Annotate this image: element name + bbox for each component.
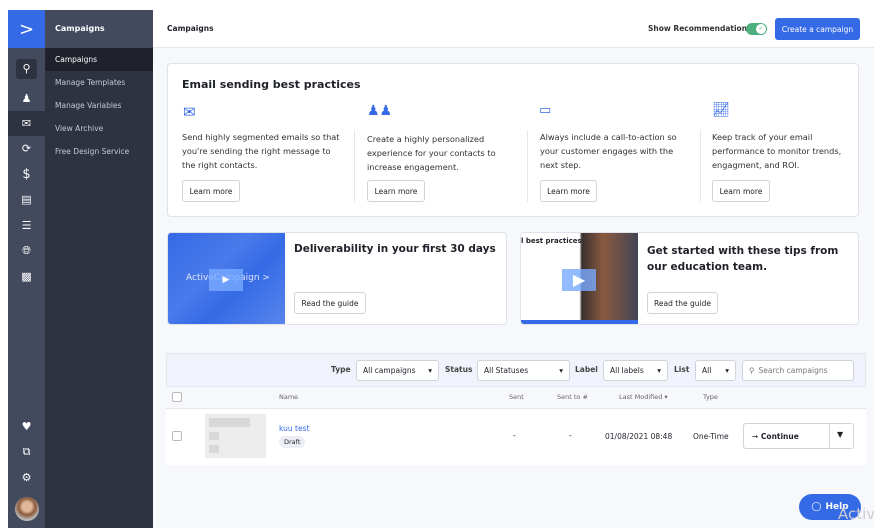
deals-icon[interactable]: $ bbox=[8, 162, 45, 187]
list-label: List bbox=[674, 365, 690, 374]
tip-text: Always include a call-to-action so your … bbox=[540, 132, 677, 170]
learn-more-button[interactable]: Learn more bbox=[367, 180, 425, 202]
gear-icon[interactable]: ⚙ bbox=[8, 465, 45, 490]
label-select[interactable]: All labels ▾ bbox=[603, 360, 668, 381]
avatar[interactable] bbox=[15, 497, 39, 521]
learn-more-button[interactable]: Learn more bbox=[182, 180, 240, 202]
modified-value: 01/08/2021 08:48 bbox=[605, 432, 673, 441]
read-guide-button[interactable]: Read the guide bbox=[294, 292, 366, 314]
col-name[interactable]: Name bbox=[279, 393, 298, 401]
play-icon[interactable]: ▶ bbox=[562, 269, 596, 291]
video-thumbnail[interactable]: l best practices ▶ bbox=[521, 233, 638, 324]
lists-icon[interactable]: ☰ bbox=[8, 213, 45, 238]
type-select[interactable]: All campaigns ▾ bbox=[356, 360, 439, 381]
thumbnail-text: l best practices bbox=[521, 237, 582, 245]
chevron-down-icon[interactable]: ▼ bbox=[837, 430, 843, 439]
list-select[interactable]: All ▾ bbox=[695, 360, 736, 381]
nav-item-manage-templates[interactable]: Manage Templates bbox=[45, 71, 153, 94]
nav-item-view-archive[interactable]: View Archive bbox=[45, 117, 153, 140]
label-value: All labels bbox=[610, 366, 644, 375]
search-icon: ⚲ bbox=[749, 366, 755, 375]
campaign-name-link[interactable]: kuu test bbox=[279, 424, 309, 433]
status-select[interactable]: All Statuses ▾ bbox=[477, 360, 570, 381]
recommendations-toggle[interactable]: ✓ bbox=[746, 23, 767, 35]
learn-more-button[interactable]: Learn more bbox=[540, 180, 597, 202]
logo[interactable]: > bbox=[8, 10, 45, 48]
list-value: All bbox=[702, 366, 712, 375]
tip-text: Create a highly personalized experience … bbox=[367, 134, 496, 172]
search-placeholder: Search campaigns bbox=[758, 366, 828, 375]
conversations-icon[interactable]: ▤ bbox=[8, 187, 45, 212]
sort-down-icon: ▾ bbox=[664, 393, 668, 401]
tip-text: Keep track of your email performance to … bbox=[712, 132, 842, 170]
status-badge: Draft bbox=[279, 436, 306, 448]
nav-item-campaigns[interactable]: Campaigns bbox=[45, 48, 153, 71]
col-last-modified[interactable]: Last Modified ▾ bbox=[619, 393, 668, 401]
sent-to-value: - bbox=[569, 431, 572, 440]
video-thumbnail[interactable]: ActiveCampaign > ▶ bbox=[168, 233, 285, 324]
nav-title: Campaigns bbox=[45, 10, 153, 48]
best-practices-title: Email sending best practices bbox=[182, 78, 361, 91]
chart-icon: 📈︎ bbox=[712, 102, 730, 118]
search-input[interactable]: ⚲ Search campaigns bbox=[742, 360, 854, 381]
heart-icon[interactable]: ♥ bbox=[8, 414, 45, 439]
col-type[interactable]: Type bbox=[703, 393, 718, 401]
type-value: All campaigns bbox=[363, 366, 416, 375]
chevron-down-icon: ▾ bbox=[559, 366, 563, 375]
type-value: One-Time bbox=[693, 432, 729, 441]
watermark: Activ bbox=[838, 505, 874, 523]
row-checkbox[interactable] bbox=[172, 431, 182, 441]
apps-icon[interactable]: ⧉ bbox=[8, 439, 45, 464]
campaign-thumbnail[interactable] bbox=[205, 414, 266, 458]
nav-item-manage-variables[interactable]: Manage Variables bbox=[45, 94, 153, 117]
status-label: Status bbox=[445, 365, 473, 374]
cta-click-icon: ▭ bbox=[539, 103, 552, 118]
reports-icon[interactable]: ▩ bbox=[8, 264, 45, 289]
page-title: Campaigns bbox=[167, 24, 214, 33]
read-guide-button[interactable]: Read the guide bbox=[647, 292, 718, 314]
label-label: Label bbox=[575, 365, 598, 374]
chevron-down-icon: ▾ bbox=[725, 366, 729, 375]
tip-text: Send highly segmented emails so that you… bbox=[182, 132, 340, 170]
play-icon[interactable]: ▶ bbox=[209, 269, 243, 291]
campaigns-icon[interactable]: ✉ bbox=[8, 111, 45, 136]
people-icon: ♟♟ bbox=[367, 103, 393, 119]
contacts-icon[interactable]: ♟ bbox=[8, 86, 45, 111]
create-campaign-button[interactable]: Create a campaign bbox=[775, 18, 860, 40]
guide-title: Get started with these tips from our edu… bbox=[647, 245, 839, 273]
toggle-label: Show Recommendations bbox=[648, 24, 752, 33]
arrow-right-icon: ➞ bbox=[752, 431, 761, 441]
nav-item-free-design-service[interactable]: Free Design Service bbox=[45, 140, 153, 163]
sent-value: - bbox=[513, 431, 516, 440]
site-icon[interactable]: 🌐︎ bbox=[8, 238, 45, 263]
guide-title: Deliverability in your first 30 days bbox=[294, 243, 496, 255]
col-sent-to[interactable]: Sent to # bbox=[557, 393, 588, 401]
status-value: All Statuses bbox=[484, 366, 529, 375]
col-sent[interactable]: Sent bbox=[509, 393, 524, 401]
chevron-down-icon: ▾ bbox=[657, 366, 661, 375]
chat-icon: ◯ bbox=[811, 502, 822, 512]
learn-more-button[interactable]: Learn more bbox=[712, 180, 770, 202]
envelope-icon: ✉ bbox=[183, 103, 196, 121]
search-icon[interactable]: ⚲ bbox=[16, 58, 37, 79]
automations-icon[interactable]: ⟳ bbox=[8, 136, 45, 161]
type-label: Type bbox=[331, 365, 351, 374]
chevron-down-icon: ▾ bbox=[428, 366, 432, 375]
select-all-checkbox[interactable] bbox=[172, 392, 182, 402]
